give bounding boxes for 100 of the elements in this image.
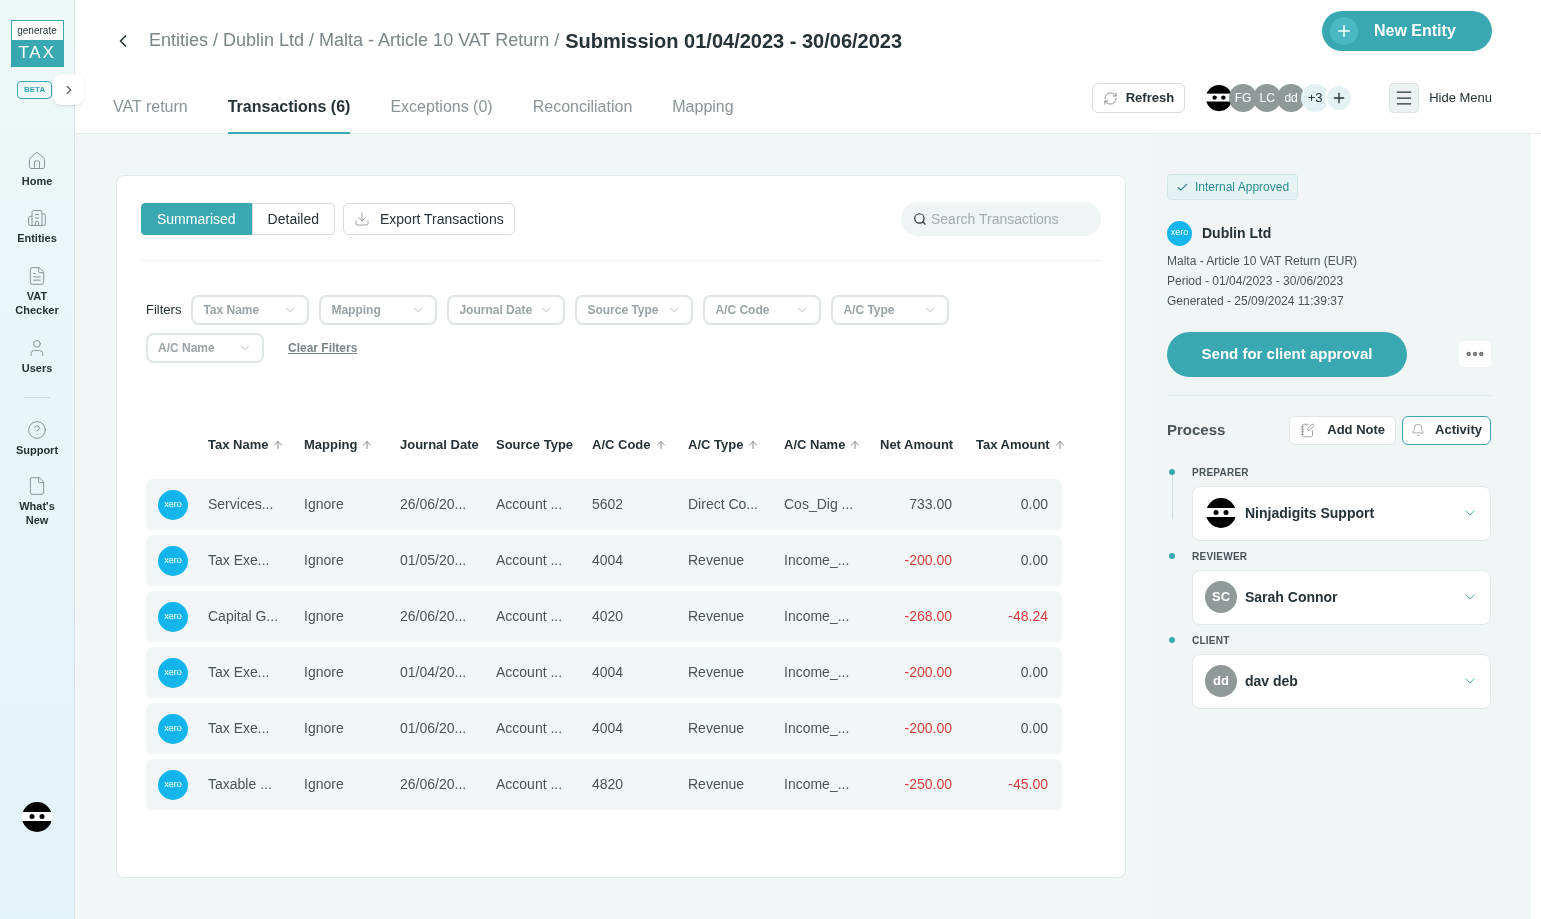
- table-cell-text: -200.00: [903, 719, 952, 738]
- table-cell-text: Income_...: [784, 607, 851, 626]
- table-cell-text: Tax Exe...: [208, 551, 271, 570]
- role-label: PREPARER: [1192, 465, 1250, 480]
- initials-avatar: SC: [1205, 581, 1237, 613]
- document-icon: [27, 266, 47, 286]
- table-cell-text: Ignore: [304, 775, 345, 794]
- table-row[interactable]: xero Tax Exe... Ignore 01/06/20... Account ... 4004 Revenue Income_... -200.00 0.00: [146, 703, 1062, 754]
- column-header[interactable]: Source Type: [496, 435, 592, 455]
- column-header[interactable]: Tax Name: [208, 435, 304, 455]
- home-icon: [27, 150, 47, 171]
- table-cell-text: 4004: [592, 663, 625, 682]
- sidebar-item[interactable]: Users: [7, 337, 67, 376]
- xero-logo: xero: [1167, 220, 1192, 246]
- refresh-button[interactable]: Refresh: [1091, 83, 1186, 114]
- table-cell-text: Revenue: [688, 551, 746, 570]
- filters-label: Filters: [146, 301, 182, 320]
- add-note-button[interactable]: Add Note: [1289, 415, 1397, 445]
- sidebar-item[interactable]: VAT Checker: [7, 266, 67, 318]
- table-cell-text: 0.00: [1019, 551, 1048, 570]
- table-cell-text: Revenue: [688, 607, 746, 626]
- column-header[interactable]: Journal Date: [400, 435, 496, 455]
- view-toggle[interactable]: Detailed: [251, 203, 335, 235]
- sidebar-item[interactable]: Home: [7, 150, 67, 189]
- table-cell-text: Ignore: [304, 495, 345, 514]
- table-cell-text: Account ...: [496, 719, 564, 738]
- table-row[interactable]: xero Capital G... Ignore 26/06/20... Account ... 4020 Revenue Income_... -268.00 -48.24: [146, 591, 1062, 642]
- logo-text: TAX: [11, 40, 63, 66]
- column-header[interactable]: A/C Name: [784, 435, 880, 455]
- table-cell-text: 0.00: [1019, 495, 1048, 514]
- table-cell-text: 26/06/20...: [400, 607, 468, 626]
- activity-button[interactable]: Activity: [1402, 415, 1491, 445]
- table-cell-text: -250.00: [903, 775, 952, 794]
- initials-avatar: dd: [1205, 665, 1237, 697]
- hide-menu-button[interactable]: Hide Menu: [1389, 83, 1492, 114]
- refresh-icon: [1102, 90, 1118, 106]
- search-field[interactable]: Search Transactions: [901, 202, 1101, 236]
- table-cell-text: Account ...: [496, 775, 564, 794]
- assignee-dropdown[interactable]: Ninjadigits Support: [1192, 485, 1491, 541]
- sidebar-item[interactable]: Entities: [7, 208, 67, 246]
- table-cell-text: Capital G...: [208, 607, 280, 626]
- table-row[interactable]: xero Tax Exe... Ignore 01/04/20... Account ... 4004 Revenue Income_... -200.00 0.00: [146, 647, 1062, 698]
- table-row[interactable]: xero Taxable ... Ignore 26/06/20... Account ... 4820 Revenue Income_... -250.00 -45.00: [146, 759, 1062, 810]
- note-icon: [1300, 422, 1316, 438]
- table-cell-text: 4820: [592, 775, 625, 794]
- xero-logo: xero: [158, 657, 188, 688]
- column-header[interactable]: Net Amount: [880, 435, 976, 455]
- table-row[interactable]: xero Services... Ignore 26/06/20... Account ... 5602 Direct Co... Cos_Dig ... 733.00 0.00: [146, 479, 1062, 530]
- role-label: CLIENT: [1192, 633, 1231, 648]
- table-cell-text: 4020: [592, 607, 625, 626]
- table-cell-text: Tax Exe...: [208, 719, 271, 738]
- table-cell-text: Ignore: [304, 663, 345, 682]
- ninja-avatar: [1205, 497, 1237, 529]
- sort-arrow-icon: [361, 439, 374, 451]
- column-header[interactable]: A/C Type: [688, 435, 784, 455]
- table-cell-text: Taxable ...: [208, 775, 273, 794]
- sort-arrow-icon: [1053, 439, 1066, 451]
- export-button[interactable]: Export Transactions: [342, 203, 515, 235]
- more-options-button[interactable]: [1459, 341, 1491, 367]
- table-cell-text: Cos_Dig ...: [784, 495, 855, 514]
- entity-detail: Malta - Article 10 VAT Return (EUR): [1167, 252, 1359, 270]
- file-icon: [27, 476, 47, 496]
- table-cell-text: Ignore: [304, 551, 345, 570]
- table-cell-text: Tax Exe...: [208, 663, 271, 682]
- table-cell-text: -200.00: [903, 663, 952, 682]
- table-cell-text: 733.00: [908, 495, 952, 514]
- table-cell-text: -268.00: [903, 607, 952, 626]
- table-cell-text: Revenue: [688, 719, 746, 738]
- entity-detail: Period - 01/04/2023 - 30/06/2023: [1167, 272, 1345, 290]
- sidebar-item[interactable]: What's New: [7, 476, 67, 528]
- assignee-dropdown[interactable]: dd dav deb: [1192, 653, 1491, 709]
- table-cell-text: 4004: [592, 719, 625, 738]
- table-row[interactable]: xero Tax Exe... Ignore 01/05/20... Account ... 4004 Revenue Income_... -200.00 0.00: [146, 535, 1062, 586]
- sidebar-item[interactable]: Support: [7, 420, 67, 458]
- buildings-icon: [27, 208, 47, 229]
- entity-detail: Generated - 25/09/2024 11:39:37: [1167, 292, 1345, 310]
- clear-filters-link[interactable]: Clear Filters: [288, 339, 358, 357]
- column-header[interactable]: Mapping: [304, 435, 400, 455]
- column-header[interactable]: A/C Code: [592, 435, 688, 455]
- xero-logo: xero: [158, 769, 188, 800]
- sort-arrow-icon: [654, 439, 667, 451]
- status-badge: Internal Approved: [1167, 174, 1299, 200]
- tab[interactable]: Transactions (6): [227, 81, 351, 134]
- table-cell-text: Revenue: [688, 775, 746, 794]
- xero-logo: xero: [158, 713, 188, 744]
- page-title: Submission 01/04/2023 - 30/06/2023: [565, 28, 903, 54]
- breadcrumb[interactable]: Entities / Dublin Ltd / Malta - Article 10 VAT Return /: [149, 27, 560, 55]
- xero-logo: xero: [158, 601, 188, 632]
- bell-icon: [1411, 423, 1426, 437]
- ninja-avatar: [21, 801, 53, 833]
- table-cell-text: 26/06/20...: [400, 775, 468, 794]
- table-cell-text: 01/06/20...: [400, 719, 468, 738]
- assignee-dropdown[interactable]: SC Sarah Connor: [1192, 569, 1491, 625]
- process-title: Process: [1167, 419, 1226, 440]
- more-icon: [1466, 351, 1484, 357]
- column-header[interactable]: Tax Amount: [976, 435, 1076, 455]
- logo-text: generate: [11, 21, 63, 40]
- help-icon: [27, 420, 47, 441]
- xero-logo: xero: [158, 545, 188, 576]
- table-cell-text: 01/05/20...: [400, 551, 468, 570]
